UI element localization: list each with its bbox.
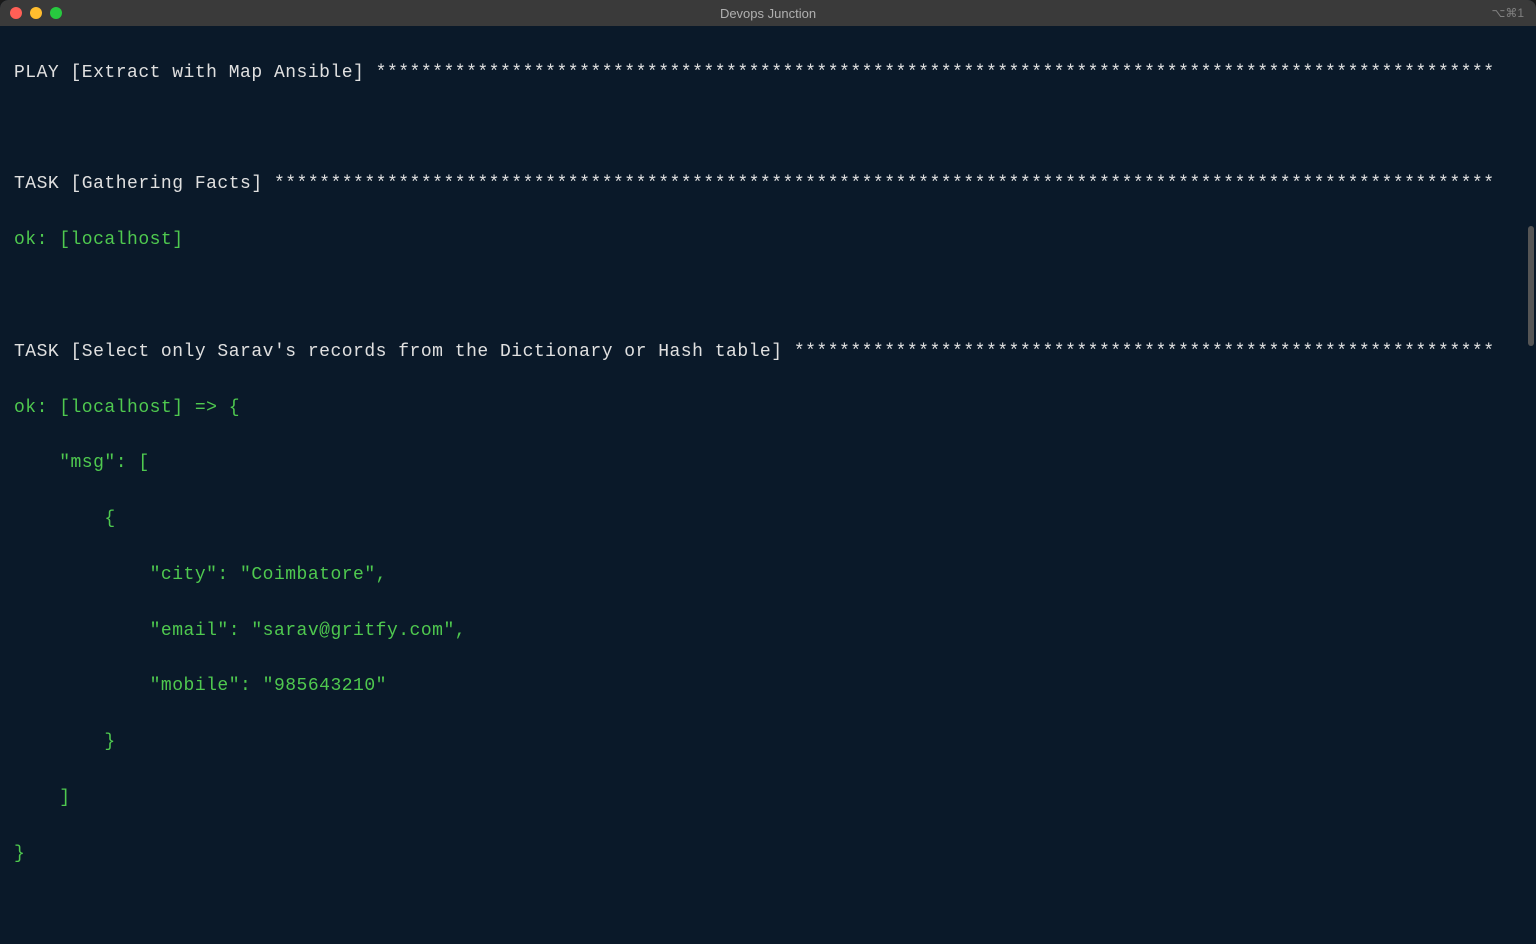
scrollbar[interactable] (1528, 226, 1534, 346)
window-title: Devops Junction (720, 6, 816, 21)
task-sarav-line: "msg": [ (14, 450, 1522, 478)
titlebar[interactable]: Devops Junction ⌥⌘1 (0, 0, 1536, 26)
task-gathering-header: TASK [Gathering Facts] *****************… (14, 171, 1522, 199)
minimize-button[interactable] (30, 7, 42, 19)
play-header: PLAY [Extract with Map Ansible] ********… (14, 60, 1522, 88)
close-button[interactable] (10, 7, 22, 19)
task-sarav-line: ] (14, 785, 1522, 813)
task-gathering-status: ok: [localhost] (14, 227, 1522, 255)
task-sarav-line: { (14, 506, 1522, 534)
task-sarav-header: TASK [Select only Sarav's records from t… (14, 339, 1522, 367)
task-sarav-line: "mobile": "985643210" (14, 673, 1522, 701)
task-sarav-line: } (14, 729, 1522, 757)
window-shortcut: ⌥⌘1 (1491, 6, 1524, 20)
terminal-window: Devops Junction ⌥⌘1 PLAY [Extract with M… (0, 0, 1536, 944)
terminal-content[interactable]: PLAY [Extract with Map Ansible] ********… (0, 26, 1536, 944)
traffic-lights (10, 7, 62, 19)
task-sarav-line: } (14, 841, 1522, 869)
task-sarav-line: ok: [localhost] => { (14, 395, 1522, 423)
task-sarav-line: "city": "Coimbatore", (14, 562, 1522, 590)
task-sarav-line: "email": "sarav@gritfy.com", (14, 618, 1522, 646)
maximize-button[interactable] (50, 7, 62, 19)
